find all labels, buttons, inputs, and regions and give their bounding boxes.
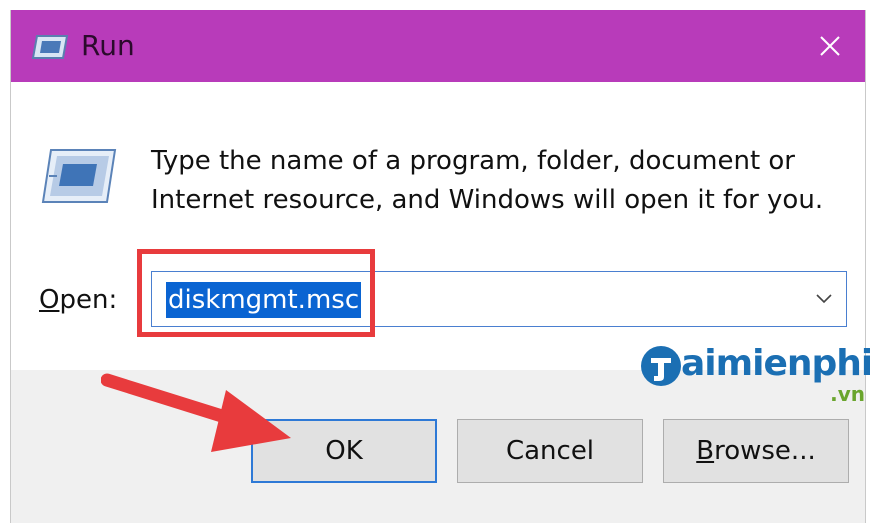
cancel-button[interactable]: Cancel bbox=[457, 419, 643, 483]
watermark-suffix: .vn bbox=[830, 382, 865, 406]
description-text: Type the name of a program, folder, docu… bbox=[151, 142, 851, 220]
window-title: Run bbox=[81, 29, 135, 62]
open-combobox[interactable]: diskmgmt.msc bbox=[151, 271, 847, 327]
open-input[interactable]: diskmgmt.msc bbox=[166, 282, 362, 318]
description-line-2: Internet resource, and Windows will open… bbox=[151, 185, 824, 215]
title-bar[interactable]: Run bbox=[11, 10, 865, 82]
dialog-content: Type the name of a program, folder, docu… bbox=[11, 82, 865, 370]
taimienphi-watermark: aimienphi .vn bbox=[639, 342, 870, 408]
open-label-text: pen: bbox=[59, 285, 118, 315]
close-icon bbox=[820, 36, 840, 56]
browse-mnemonic: B bbox=[696, 436, 715, 466]
browse-label: rowse... bbox=[714, 436, 816, 466]
close-button[interactable] bbox=[795, 10, 865, 82]
run-program-icon bbox=[41, 149, 117, 203]
description-line-1: Type the name of a program, folder, docu… bbox=[151, 146, 795, 176]
chevron-down-icon[interactable] bbox=[814, 288, 834, 308]
open-label-mnemonic: O bbox=[39, 285, 60, 315]
browse-button[interactable]: Browse... bbox=[663, 419, 849, 483]
run-dialog: Run Type the name of a program, folder, … bbox=[10, 10, 870, 523]
ok-button[interactable]: OK bbox=[251, 419, 437, 483]
watermark-brand: aimienphi bbox=[681, 343, 870, 384]
taimienphi-logo-icon bbox=[641, 346, 681, 386]
open-label: Open: bbox=[39, 280, 117, 320]
run-icon bbox=[31, 35, 69, 59]
